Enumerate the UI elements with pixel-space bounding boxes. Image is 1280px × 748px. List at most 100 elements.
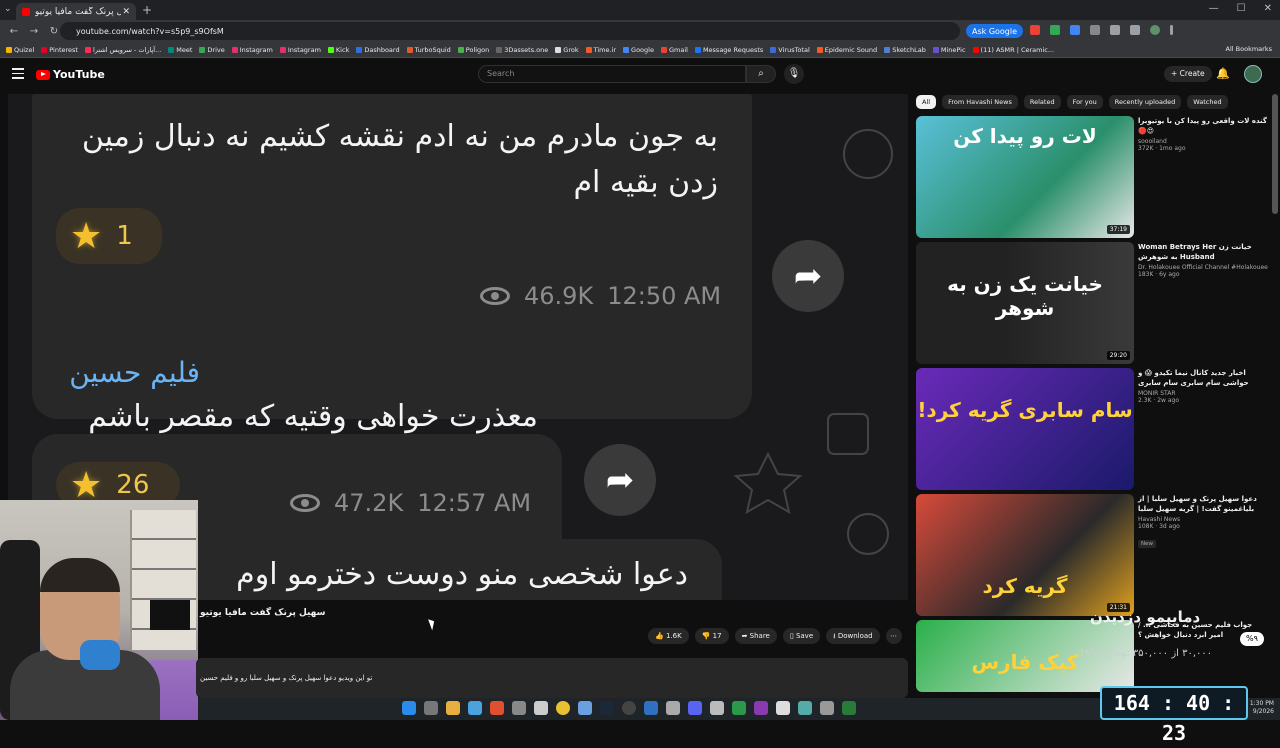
bookmark-item[interactable]: Drive bbox=[199, 46, 225, 54]
video-description[interactable]: تو این ویدیو دعوا سهیل پرنک و سهیل سلبا … bbox=[196, 658, 908, 698]
app-icon[interactable] bbox=[842, 701, 856, 715]
bookmark-item[interactable]: Meet bbox=[168, 46, 192, 54]
video-title[interactable]: خیانت زن Woman Betrays Her Husband به شو… bbox=[1138, 242, 1268, 262]
account-avatar[interactable] bbox=[1244, 65, 1262, 83]
app-icon[interactable] bbox=[820, 701, 834, 715]
bookmark-item[interactable]: 3Dassets.one bbox=[496, 46, 548, 54]
bookmark-item[interactable]: آپارات - سرویس اشترا... bbox=[84, 46, 161, 54]
notifications-bell-icon[interactable]: 🔔 bbox=[1216, 67, 1230, 80]
bookmark-item[interactable]: Instagram bbox=[279, 46, 321, 54]
app-icon[interactable] bbox=[578, 701, 592, 715]
recommended-video[interactable]: گریه کرد 21:31 دعوا سهیل پرنک و سهیل سلبا … bbox=[916, 494, 1268, 620]
taskview-icon[interactable] bbox=[424, 701, 438, 715]
channel-name[interactable]: soooiland bbox=[1138, 138, 1268, 145]
menu-dots-icon[interactable] bbox=[1170, 25, 1173, 35]
filter-chip[interactable]: From Havashi News bbox=[942, 95, 1018, 109]
filter-chip[interactable]: For you bbox=[1066, 95, 1103, 109]
page-scrollbar[interactable] bbox=[1272, 94, 1278, 214]
folder-icon[interactable] bbox=[446, 701, 460, 715]
extension-icon[interactable] bbox=[1030, 25, 1040, 35]
settings-icon[interactable] bbox=[512, 701, 526, 715]
bookmark-item[interactable]: Grok bbox=[555, 46, 579, 54]
system-clock[interactable]: 1:30 PM 9/2026 bbox=[1250, 700, 1274, 716]
bookmark-item[interactable]: Gmail bbox=[660, 46, 688, 54]
video-thumbnail[interactable]: گریه کرد 21:31 bbox=[916, 494, 1134, 616]
search-icon[interactable] bbox=[490, 701, 504, 715]
filter-chip[interactable]: Recently uploaded bbox=[1108, 95, 1182, 109]
youtube-logo[interactable]: YouTube bbox=[36, 68, 105, 81]
like-button[interactable]: 👍 1.6K bbox=[648, 628, 689, 644]
bookmark-item[interactable]: Pinterest bbox=[41, 46, 78, 54]
recommended-video[interactable]: لات رو پیدا کن 37:19 گنده لات واقعی رو پید… bbox=[916, 116, 1268, 242]
bookmark-item[interactable]: Instagram bbox=[231, 46, 273, 54]
bookmark-item[interactable]: Message Requests bbox=[694, 46, 763, 54]
search-input[interactable]: Search bbox=[478, 65, 746, 83]
app-icon[interactable] bbox=[534, 701, 548, 715]
channel-name[interactable]: MONIR STAR bbox=[1138, 390, 1268, 397]
download-button[interactable]: ⭳ Download bbox=[826, 628, 880, 644]
maximize-icon[interactable]: ☐ bbox=[1237, 3, 1246, 14]
back-icon[interactable]: ← bbox=[8, 26, 20, 37]
app-icon[interactable] bbox=[732, 701, 746, 715]
video-thumbnail[interactable]: خیانت یک زن به شوهر 29:20 bbox=[916, 242, 1134, 364]
start-icon[interactable] bbox=[402, 701, 416, 715]
app-icon[interactable] bbox=[666, 701, 680, 715]
create-button[interactable]: + Create bbox=[1164, 66, 1212, 82]
window-close-icon[interactable]: ✕ bbox=[1264, 3, 1272, 14]
all-bookmarks-link[interactable]: All Bookmarks bbox=[1226, 45, 1272, 53]
tab-close-icon[interactable]: ✕ bbox=[122, 7, 130, 17]
menu-icon[interactable] bbox=[12, 68, 24, 82]
bookmark-item[interactable]: Quizel bbox=[6, 46, 34, 54]
reload-icon[interactable]: ↻ bbox=[48, 26, 60, 37]
bookmark-item[interactable]: Kick bbox=[327, 46, 349, 54]
rider-icon[interactable] bbox=[754, 701, 768, 715]
chrome-icon[interactable] bbox=[556, 701, 570, 715]
steam-icon[interactable] bbox=[600, 701, 614, 715]
app-icon[interactable] bbox=[644, 701, 658, 715]
video-thumbnail[interactable]: سام سابری گریه کرد! bbox=[916, 368, 1134, 490]
app-icon[interactable] bbox=[710, 701, 724, 715]
bookmark-item[interactable]: VirusTotal bbox=[770, 46, 810, 54]
app-icon[interactable] bbox=[798, 701, 812, 715]
dislike-button[interactable]: 👎 17 bbox=[694, 628, 729, 644]
more-actions-icon[interactable]: ⋯ bbox=[885, 628, 902, 644]
app-icon[interactable] bbox=[776, 701, 790, 715]
save-button[interactable]: ▯ Save bbox=[782, 628, 821, 644]
filter-chip[interactable]: Related bbox=[1023, 95, 1061, 109]
recommended-video[interactable]: خیانت یک زن به شوهر 29:20 خیانت زن Woman B… bbox=[916, 242, 1268, 368]
bookmark-item[interactable]: MinePic bbox=[932, 46, 966, 54]
bookmark-item[interactable]: Poligon bbox=[457, 46, 489, 54]
new-tab-icon[interactable]: + bbox=[142, 3, 152, 17]
minimize-icon[interactable]: — bbox=[1209, 3, 1219, 14]
profile-avatar-icon[interactable] bbox=[1150, 25, 1160, 35]
bookmark-item[interactable]: SketchLab bbox=[884, 46, 926, 54]
voice-search-button[interactable]: 🎙 bbox=[784, 64, 804, 84]
share-button[interactable]: ➦ Share bbox=[734, 628, 777, 644]
search-button[interactable]: ⌕ bbox=[746, 65, 776, 83]
bookmark-item[interactable]: Epidemic Sound bbox=[816, 46, 877, 54]
video-title[interactable]: اخبار جدید کانال نیما تکیدو 😱 و حواشی سا… bbox=[1138, 368, 1268, 388]
bookmark-item[interactable]: Google bbox=[623, 46, 654, 54]
obs-icon[interactable] bbox=[622, 701, 636, 715]
tab-search-icon[interactable]: ⌄ bbox=[4, 4, 12, 14]
extension-icon[interactable] bbox=[1130, 25, 1140, 35]
channel-name[interactable]: Havashi News bbox=[1138, 516, 1268, 523]
video-title[interactable]: گنده لات واقعی رو پیدا کن با یوتیوبرا 😍🔴 bbox=[1138, 116, 1268, 136]
extension-icon[interactable] bbox=[1090, 25, 1100, 35]
video-thumbnail[interactable]: لات رو پیدا کن 37:19 bbox=[916, 116, 1134, 238]
discord-icon[interactable] bbox=[688, 701, 702, 715]
bookmark-item[interactable]: Time.ir bbox=[585, 46, 616, 54]
extension-icon[interactable] bbox=[1110, 25, 1120, 35]
video-title[interactable]: دعوا سهیل پرنک و سهیل سلبا | از بلیاغمین… bbox=[1138, 494, 1268, 514]
ask-google-button[interactable]: Ask Google bbox=[966, 24, 1024, 38]
channel-name[interactable]: Dr. Holakouee Official Channel #Holakoue… bbox=[1138, 264, 1268, 271]
bookmark-item[interactable]: Dashboard bbox=[356, 46, 400, 54]
extension-icon[interactable] bbox=[1050, 25, 1060, 35]
filter-chip[interactable]: Watched bbox=[1187, 95, 1228, 109]
address-bar[interactable]: youtube.com/watch?v=s5p9_s9OfsM bbox=[60, 22, 960, 40]
forward-icon[interactable]: → bbox=[28, 26, 40, 37]
filter-chip[interactable]: All bbox=[916, 95, 937, 109]
bookmark-item[interactable]: TurboSquid bbox=[406, 46, 451, 54]
app-icon[interactable] bbox=[468, 701, 482, 715]
extension-icon[interactable] bbox=[1070, 25, 1080, 35]
